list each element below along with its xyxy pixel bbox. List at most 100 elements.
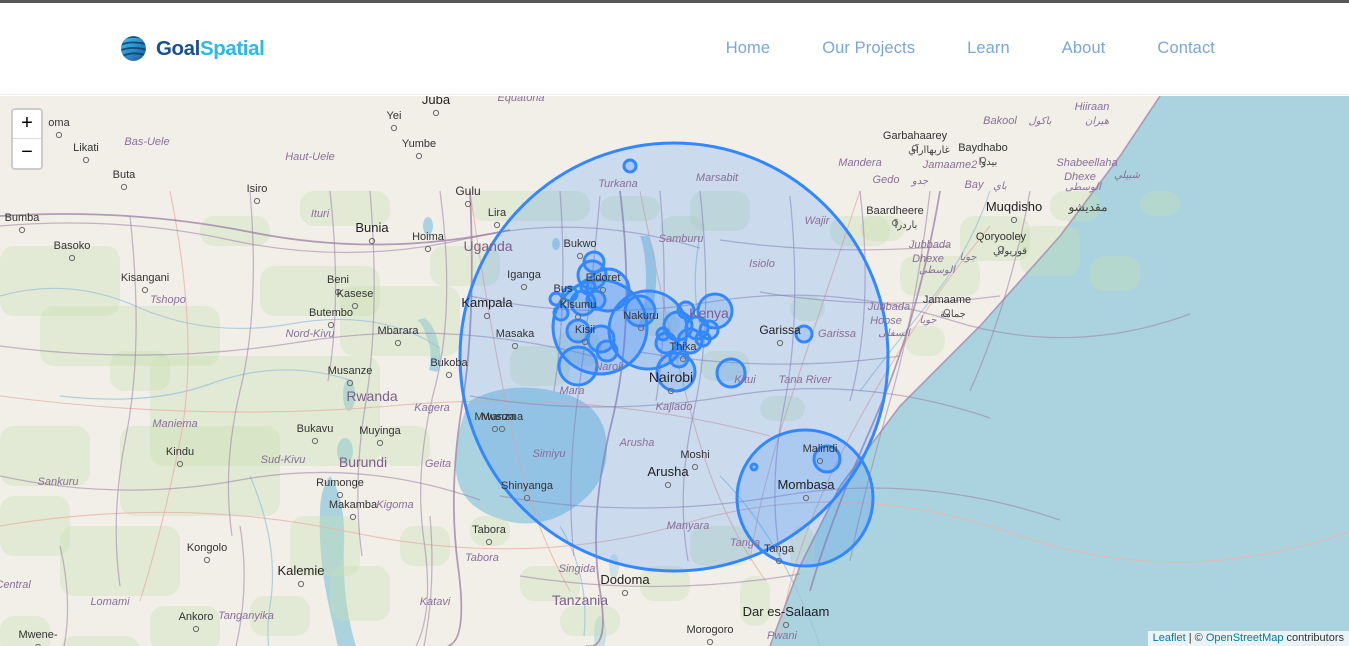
map-label: الوسطى — [919, 265, 956, 276]
map-label: Kenya — [689, 305, 729, 321]
map-label: Mara — [559, 385, 584, 397]
map-label: Uganda — [463, 238, 512, 254]
map-zoom-control: + − — [11, 108, 43, 170]
map-label: جوبا — [959, 252, 977, 263]
map-circle-marker — [657, 328, 669, 340]
map-label: Tanga — [764, 543, 795, 555]
nav-item-contact[interactable]: Contact — [1131, 39, 1241, 58]
nav-item-our-projects[interactable]: Our Projects — [796, 39, 941, 58]
map-label: Kitui — [734, 374, 756, 386]
map-label: Tanzania — [552, 592, 608, 608]
map-label: Sud-Kivu — [261, 454, 306, 466]
map-label: Bas-Uele — [124, 136, 169, 148]
map-label: قوريولي — [993, 246, 1027, 257]
map-label: Equatoria — [497, 96, 544, 104]
globe-icon — [120, 35, 147, 62]
map-label: Bukwo — [563, 238, 596, 250]
map-label: Gulu — [455, 184, 480, 198]
map-label: Tabora — [465, 552, 499, 564]
map-label: Iganga — [507, 269, 542, 281]
zoom-in-button[interactable]: + — [13, 110, 41, 139]
map-label: Eldoret — [586, 272, 621, 284]
map-label: Samburu — [659, 233, 704, 245]
map-label: Kampala — [461, 295, 513, 310]
map-label: Malindi — [803, 443, 838, 455]
map-label: Kigoma — [376, 499, 413, 511]
map-label: Haut-Uele — [285, 151, 335, 163]
map-label: Arusha — [619, 437, 655, 449]
map-tile-layer: JubaYeiYumbeEquatoriaomaLikatiBas-UeleHa… — [0, 96, 1349, 646]
map-label: Moshi — [680, 449, 709, 461]
map-label: Marsabit — [696, 172, 739, 184]
map-label: Kalemie — [278, 563, 325, 578]
map-label: الوسطى — [1065, 182, 1102, 193]
map-label: Kajiado — [656, 401, 693, 413]
map-container[interactable]: JubaYeiYumbeEquatoriaomaLikatiBas-UeleHa… — [0, 96, 1349, 646]
map-label: Tanga — [730, 537, 760, 549]
map-label: Rumonge — [316, 477, 364, 489]
map-label: Bunia — [355, 220, 389, 235]
map-label: Muyinga — [359, 425, 401, 437]
map-label: Hoima — [412, 231, 445, 243]
map-circle-marker — [696, 332, 710, 346]
leaflet-link[interactable]: Leaflet — [1153, 632, 1186, 644]
map-label: Manyara — [667, 520, 710, 532]
map-label: Qoryooley — [976, 231, 1027, 243]
map-label: Bus — [554, 283, 573, 295]
page-root: GoalSpatial Home Our Projects Learn Abou… — [0, 0, 1349, 646]
zoom-out-button[interactable]: − — [13, 139, 41, 168]
map-label: Jamaame — [923, 294, 971, 306]
map-label: Bay — [965, 179, 985, 191]
map-label: Turkana — [598, 178, 638, 190]
map-label: Bukavu — [297, 423, 334, 435]
map-label: oma — [48, 117, 70, 129]
openstreetmap-link[interactable]: OpenStreetMap — [1206, 632, 1284, 644]
brand-logo[interactable]: GoalSpatial — [120, 35, 264, 62]
map-label: Beni — [327, 274, 349, 286]
map-label: Pwani — [767, 630, 798, 642]
map-label: جوبا — [919, 315, 937, 326]
map-label: Bukoba — [430, 357, 468, 369]
nav-item-home[interactable]: Home — [700, 39, 796, 58]
map-label: Ituri — [311, 208, 330, 220]
map-label: Sankuru — [38, 476, 79, 488]
map-label: Tanganyika — [218, 610, 274, 622]
brand-wordmark: GoalSpatial — [156, 37, 264, 61]
map-label: Jubbada — [908, 239, 951, 251]
nav-item-learn[interactable]: Learn — [941, 39, 1036, 58]
map-label: Bakool — [983, 115, 1017, 127]
map-label: Yei — [387, 110, 402, 122]
map-label: Muqdisho — [986, 199, 1042, 214]
map-label: Simiyu — [532, 448, 565, 460]
map-label: Burundi — [339, 454, 387, 470]
map-label: Maniema — [152, 418, 197, 430]
map-label: Nord-Kivu — [286, 328, 335, 340]
map-label: Kisii — [575, 324, 595, 336]
attribution-separator: | — [1186, 632, 1195, 644]
copyright-symbol: © — [1195, 632, 1206, 644]
map-label: Isiro — [247, 183, 268, 195]
map-label: Buta — [113, 169, 137, 181]
contributors-label: contributors — [1283, 632, 1344, 644]
map-label: Musanze — [328, 365, 373, 377]
map-label: Ankoro — [179, 611, 214, 623]
map-label: Narok — [594, 361, 624, 373]
map-label: بيدوا — [979, 157, 998, 168]
map-label: Mbarara — [378, 325, 420, 337]
map-label: Dar es-Salaam — [743, 604, 830, 619]
map-label: Wajir — [805, 215, 831, 227]
map-label: Garbahaarey — [883, 130, 948, 142]
map-label: هيران — [1085, 116, 1109, 127]
map-circle-marker — [624, 160, 636, 172]
top-accent-bar — [0, 0, 1349, 3]
map-label: Tana River — [779, 374, 833, 386]
map-label: باكول — [1028, 116, 1051, 127]
map-label: شبيلي — [1114, 170, 1141, 181]
nav-item-about[interactable]: About — [1036, 39, 1132, 58]
map-label: Masaka — [496, 328, 535, 340]
map-label: Arusha — [647, 464, 689, 479]
map-label: Kisangani — [121, 272, 169, 284]
map-label: Tabora — [472, 524, 507, 536]
map-attribution: Leaflet | © OpenStreetMap contributors — [1148, 631, 1349, 646]
map-label: Bumba — [5, 212, 41, 224]
